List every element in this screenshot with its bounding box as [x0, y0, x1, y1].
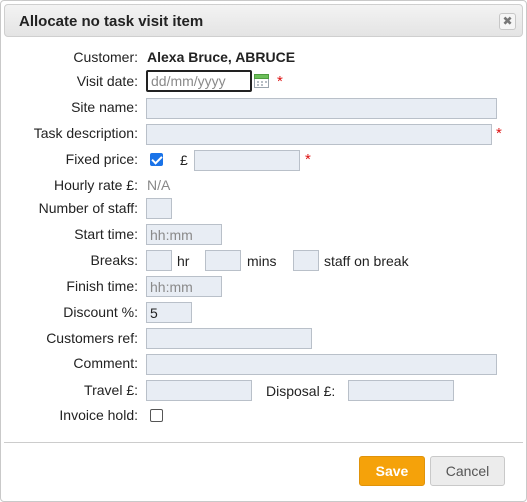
visit-date-required-mark: *	[277, 73, 283, 90]
dialog: Allocate no task visit item ✖ Customer: …	[0, 0, 527, 502]
comment-label: Comment:	[73, 355, 138, 371]
visit-date-label: Visit date:	[76, 73, 138, 89]
breaks-hr-label: hr	[177, 253, 190, 269]
close-icon[interactable]: ✖	[499, 13, 516, 30]
footer-divider	[4, 442, 523, 443]
dialog-titlebar: Allocate no task visit item ✖	[4, 4, 523, 37]
fixed-price-input[interactable]	[194, 150, 300, 171]
travel-input[interactable]	[146, 380, 252, 401]
number-of-staff-label: Number of staff:	[38, 200, 138, 216]
hourly-rate-value: N/A	[147, 177, 171, 193]
discount-input[interactable]	[146, 302, 192, 323]
start-time-input[interactable]	[146, 224, 222, 245]
invoice-hold-checkbox[interactable]	[150, 409, 163, 422]
fixed-price-checkbox[interactable]	[150, 153, 163, 166]
task-description-input[interactable]	[146, 124, 492, 145]
breaks-mins-input[interactable]	[205, 250, 241, 271]
save-button[interactable]: Save	[359, 456, 425, 486]
site-name-label: Site name:	[71, 99, 138, 115]
breaks-hours-input[interactable]	[146, 250, 172, 271]
fixed-price-label: Fixed price:	[65, 151, 138, 167]
finish-time-input[interactable]	[146, 276, 222, 297]
disposal-label: Disposal £:	[266, 383, 336, 399]
travel-label: Travel £:	[84, 382, 138, 398]
discount-label: Discount %:	[63, 304, 138, 320]
finish-time-label: Finish time:	[66, 278, 138, 294]
customer-value: Alexa Bruce, ABRUCE	[147, 49, 296, 65]
customers-ref-label: Customers ref:	[46, 330, 138, 346]
comment-input[interactable]	[146, 354, 497, 375]
breaks-mins-label: mins	[247, 253, 277, 269]
breaks-label: Breaks:	[90, 252, 138, 268]
start-time-label: Start time:	[74, 226, 138, 242]
dialog-title: Allocate no task visit item	[19, 13, 204, 30]
fixed-price-required-mark: *	[305, 151, 311, 168]
visit-date-input[interactable]	[146, 70, 252, 92]
customers-ref-input[interactable]	[146, 328, 312, 349]
invoice-hold-label: Invoice hold:	[59, 407, 138, 423]
site-name-input[interactable]	[146, 98, 497, 119]
staff-on-break-label: staff on break	[324, 253, 409, 269]
staff-on-break-input[interactable]	[293, 250, 319, 271]
disposal-input[interactable]	[348, 380, 454, 401]
customer-label: Customer:	[73, 49, 138, 65]
fixed-price-currency: £	[180, 152, 188, 168]
cancel-button[interactable]: Cancel	[430, 456, 505, 486]
hourly-rate-label: Hourly rate £:	[53, 177, 138, 193]
task-description-label: Task description:	[33, 125, 138, 141]
task-description-required-mark: *	[496, 125, 502, 142]
number-of-staff-input[interactable]	[146, 198, 172, 219]
calendar-icon[interactable]	[254, 73, 269, 88]
